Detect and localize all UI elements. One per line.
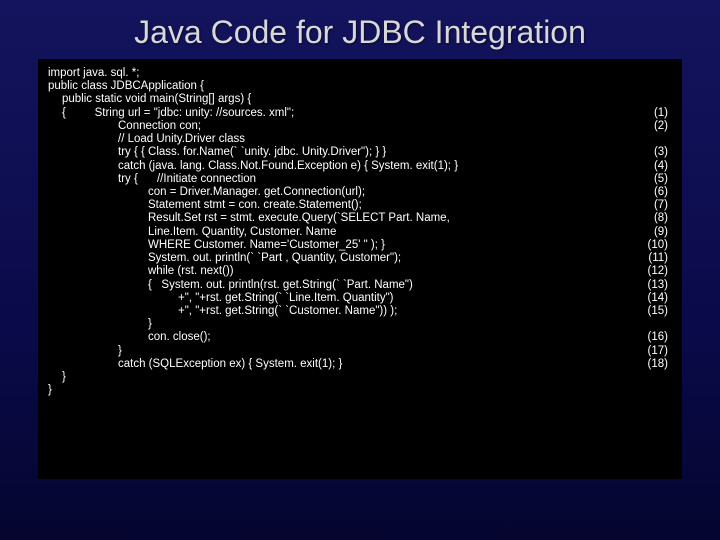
- line-number: (17): [632, 345, 672, 358]
- code-text: catch (java. lang. Class.Not.Found.Excep…: [48, 160, 632, 173]
- code-line: try { { Class. for.Name(` `unity. jdbc. …: [48, 146, 672, 159]
- code-text: try { { Class. for.Name(` `unity. jdbc. …: [48, 146, 632, 159]
- code-block: import java. sql. *;public class JDBCApp…: [38, 59, 682, 479]
- code-text: Statement stmt = con. create.Statement()…: [48, 199, 632, 212]
- code-line: WHERE Customer. Name='Customer_25' " ); …: [48, 239, 672, 252]
- code-line: Statement stmt = con. create.Statement()…: [48, 199, 672, 212]
- code-line: }: [48, 371, 672, 384]
- line-number: [632, 93, 672, 106]
- code-text: WHERE Customer. Name='Customer_25' " ); …: [48, 239, 632, 252]
- code-text: System. out. println(` `Part , Quantity,…: [48, 252, 632, 265]
- code-text: public static void main(String[] args) {: [48, 93, 632, 106]
- code-text: import java. sql. *;: [48, 67, 632, 80]
- code-line: import java. sql. *;: [48, 67, 672, 80]
- code-line: }(17): [48, 345, 672, 358]
- code-text: +", "+rst. get.String(` `Line.Item. Quan…: [48, 292, 632, 305]
- code-line: System. out. println(` `Part , Quantity,…: [48, 252, 672, 265]
- line-number: (4): [632, 160, 672, 173]
- line-number: [632, 67, 672, 80]
- code-text: { System. out. println(rst. get.String(`…: [48, 279, 632, 292]
- code-text: con = Driver.Manager. get.Connection(url…: [48, 186, 632, 199]
- code-line: Connection con;(2): [48, 120, 672, 133]
- line-number: (14): [632, 292, 672, 305]
- code-line: while (rst. next())(12): [48, 265, 672, 278]
- code-line: // Load Unity.Driver class: [48, 133, 672, 146]
- code-line: con. close();(16): [48, 331, 672, 344]
- code-line: Result.Set rst = stmt. execute.Query(`SE…: [48, 212, 672, 225]
- code-text: try { //Initiate connection: [48, 173, 632, 186]
- code-text: catch (SQLException ex) { System. exit(1…: [48, 358, 632, 371]
- code-line: }: [48, 384, 672, 397]
- code-text: Line.Item. Quantity, Customer. Name: [48, 226, 632, 239]
- line-number: (16): [632, 331, 672, 344]
- line-number: (2): [632, 120, 672, 133]
- slide: Java Code for JDBC Integration import ja…: [0, 0, 720, 540]
- line-number: (1): [632, 107, 672, 120]
- line-number: [632, 384, 672, 397]
- code-text: // Load Unity.Driver class: [48, 133, 632, 146]
- code-line: }: [48, 318, 672, 331]
- line-number: [632, 371, 672, 384]
- line-number: (11): [632, 252, 672, 265]
- code-line: public class JDBCApplication {: [48, 80, 672, 93]
- code-text: }: [48, 318, 632, 331]
- code-line: catch (SQLException ex) { System. exit(1…: [48, 358, 672, 371]
- line-number: (12): [632, 265, 672, 278]
- code-text: while (rst. next()): [48, 265, 632, 278]
- code-line: Line.Item. Quantity, Customer. Name(9): [48, 226, 672, 239]
- line-number: (15): [632, 305, 672, 318]
- line-number: (7): [632, 199, 672, 212]
- line-number: (18): [632, 358, 672, 371]
- code-line: +", "+rst. get.String(` `Customer. Name"…: [48, 305, 672, 318]
- code-line: try { //Initiate connection(5): [48, 173, 672, 186]
- code-line: +", "+rst. get.String(` `Line.Item. Quan…: [48, 292, 672, 305]
- code-text: +", "+rst. get.String(` `Customer. Name"…: [48, 305, 632, 318]
- code-text: { String url = "jdbc: unity: //sources. …: [48, 107, 632, 120]
- line-number: [632, 318, 672, 331]
- code-text: Result.Set rst = stmt. execute.Query(`SE…: [48, 212, 632, 225]
- code-text: Connection con;: [48, 120, 632, 133]
- code-text: public class JDBCApplication {: [48, 80, 632, 93]
- slide-title: Java Code for JDBC Integration: [0, 0, 720, 59]
- code-text: }: [48, 345, 632, 358]
- line-number: [632, 133, 672, 146]
- line-number: (9): [632, 226, 672, 239]
- code-line: con = Driver.Manager. get.Connection(url…: [48, 186, 672, 199]
- code-line: public static void main(String[] args) {: [48, 93, 672, 106]
- code-text: con. close();: [48, 331, 632, 344]
- code-line: { String url = "jdbc: unity: //sources. …: [48, 107, 672, 120]
- line-number: (3): [632, 146, 672, 159]
- code-line: { System. out. println(rst. get.String(`…: [48, 279, 672, 292]
- code-text: }: [48, 384, 632, 397]
- line-number: (8): [632, 212, 672, 225]
- code-text: }: [48, 371, 632, 384]
- line-number: (10): [632, 239, 672, 252]
- line-number: (6): [632, 186, 672, 199]
- line-number: (13): [632, 279, 672, 292]
- line-number: [632, 80, 672, 93]
- line-number: (5): [632, 173, 672, 186]
- code-line: catch (java. lang. Class.Not.Found.Excep…: [48, 160, 672, 173]
